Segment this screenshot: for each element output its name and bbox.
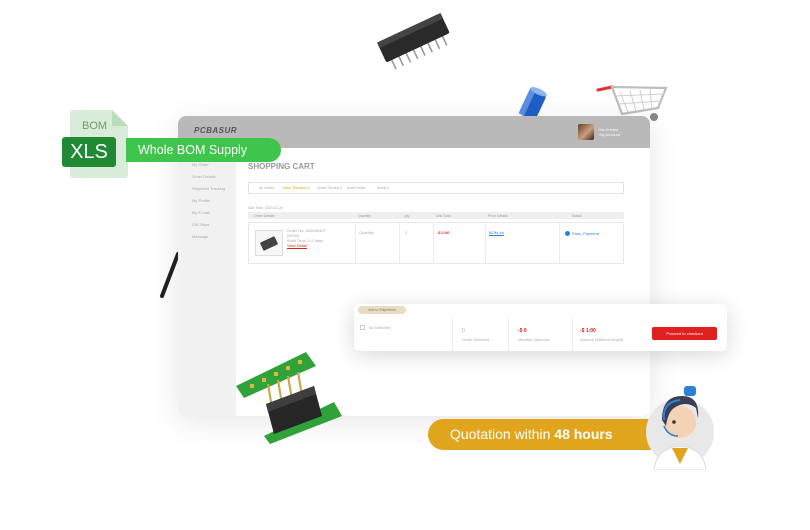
sidebar-item-order-details[interactable]: Order Details xyxy=(192,174,216,179)
member-discount-value: -$ 0 xyxy=(518,328,527,334)
pcb-connector-icon xyxy=(236,352,342,444)
avatar[interactable] xyxy=(578,124,595,140)
tab-audit-failed[interactable]: Audit Failed xyxy=(347,186,365,190)
row-qty: 1 xyxy=(405,230,408,235)
xls-tag: XLS xyxy=(62,137,116,167)
add-time: Add Time: 2020-03-26 xyxy=(248,206,283,210)
status-text: Pass, Payment xyxy=(572,231,599,236)
tab-all-orders[interactable]: All Orders xyxy=(259,186,275,190)
product-thumbnail[interactable] xyxy=(255,230,283,256)
sidebar: My Order Order Details Shipment Tracking… xyxy=(178,148,236,416)
amount-value: -$ 1:00 xyxy=(580,328,596,334)
orders-selected-value: 0 xyxy=(462,328,465,334)
microchip-icon xyxy=(377,13,450,70)
page-title: SHOPPING CART xyxy=(248,162,315,171)
th-price-details: Price Details xyxy=(488,213,508,218)
support-agent-icon xyxy=(646,386,714,470)
add-to-shipments-pill[interactable]: Add to Shipments xyxy=(358,306,406,314)
bom-file-badge: BOM XLS xyxy=(62,110,128,178)
bom-label: BOM xyxy=(82,120,108,132)
amount-label: Amount (Without freight) xyxy=(580,337,624,342)
tab-under-review[interactable]: Under Review 0 xyxy=(317,186,342,190)
quote-prefix: Quotation within xyxy=(450,426,555,442)
sidebar-item-gift[interactable]: Gift Ships xyxy=(192,222,209,227)
quote-emphasis: 48 hours xyxy=(554,426,613,442)
th-qty: Qty xyxy=(404,213,410,218)
th-unit-total: Unit Total xyxy=(436,213,451,218)
quotation-banner: Quotation within 48 hours xyxy=(428,419,660,450)
row-price: -$ 1.00 xyxy=(437,230,450,235)
checkout-panel: Add to Shipments All Selected 0 Order Se… xyxy=(354,304,727,351)
sidebar-item-profile[interactable]: My Profile xyxy=(192,198,210,203)
site-logo[interactable]: PCBASUR xyxy=(194,126,237,135)
th-order-details: Order Details xyxy=(254,213,275,218)
row-quantity: Quantity xyxy=(359,230,374,235)
th-status: Status xyxy=(572,213,582,218)
proceed-to-checkout-button[interactable]: Proceed to checkout xyxy=(652,327,717,340)
table-row: Order No: 4b464042F (NOW) Build Time: 1-… xyxy=(248,222,624,264)
th-quantity: Quantity xyxy=(358,213,372,218)
orders-selected-label: Order Selected xyxy=(462,337,489,342)
order-tabs: All Orders Pass, Payment 3 Under Review … xyxy=(248,182,624,194)
select-all-label: All Selected xyxy=(369,325,391,330)
member-discount-label: Member Discount xyxy=(518,337,550,342)
table-header: Order Details Quantity Qty Unit Total Pr… xyxy=(248,212,624,219)
profile-role: My Account xyxy=(599,132,620,137)
select-all-checkbox[interactable] xyxy=(360,325,365,330)
sidebar-item-shipment[interactable]: Shipment Tracking xyxy=(192,186,225,191)
tab-pass-payment[interactable]: Pass, Payment 3 xyxy=(283,186,309,190)
sidebar-item-message[interactable]: Message xyxy=(192,234,208,239)
user-profile[interactable]: Ms.Kristen My Account xyxy=(578,124,620,140)
sidebar-item-email[interactable]: My E-mall xyxy=(192,210,210,215)
view-detail-link[interactable]: View Detail xyxy=(287,243,326,248)
bom-file-link[interactable]: BOM xls xyxy=(489,230,504,235)
status-dot-icon xyxy=(565,231,570,237)
whole-bom-supply-banner: Whole BOM Supply xyxy=(126,138,281,162)
sidebar-item-my-order[interactable]: My Order xyxy=(192,162,209,167)
tab-invest[interactable]: Invest 0 xyxy=(377,186,389,190)
